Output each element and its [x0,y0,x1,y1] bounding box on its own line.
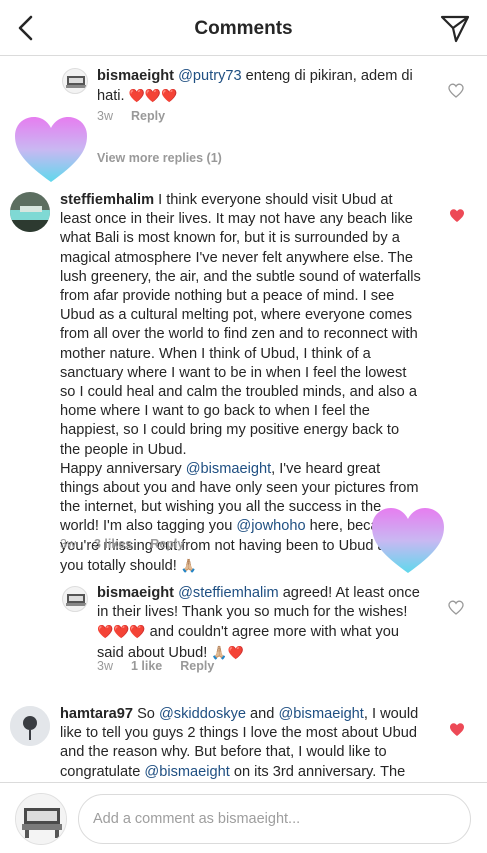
timestamp: 3w [97,659,113,673]
likes-count[interactable]: 1 like [131,659,162,673]
reply-button[interactable]: Reply [180,659,214,673]
username[interactable]: bismaeight [97,68,174,84]
timestamp: 3w [60,537,76,551]
mention-link[interactable]: @steffiemhalim [178,585,279,601]
floating-heart-icon [15,117,87,182]
emoji-text: ❤️❤️❤️ [97,624,146,640]
reply-button[interactable]: Reply [150,537,184,551]
reply-text: bismaeight @steffiemhalim agreed! At lea… [97,584,425,663]
username[interactable]: bismaeight [97,585,174,601]
header-bar: Comments [0,0,487,56]
reply-text: bismaeight @putry73 enteng di pikiran, a… [97,67,432,106]
mention-link[interactable]: @jowhoho [236,518,305,534]
comment-input[interactable]: Add a comment as bismaeight... [78,794,471,844]
floating-heart-icon [372,508,444,573]
timestamp: 3w [97,109,113,123]
username[interactable]: steffiemhalim [60,192,154,208]
mention-link[interactable]: @bismaeight [278,706,363,722]
comment-body: So [133,706,159,722]
heart-filled-icon[interactable] [449,208,465,223]
mention-link[interactable]: @bismaeight [186,461,271,477]
comment-meta: 3w 1 like Reply [97,659,232,673]
view-more-replies-link[interactable]: View more replies (1) [97,151,222,165]
comment-meta: 3w 3 likes Reply [60,537,202,551]
heart-outline-icon[interactable] [448,600,464,615]
comment-body-part: Happy anniversary [60,460,186,477]
heart-filled-icon[interactable] [449,722,465,737]
avatar [15,793,67,845]
heart-outline-icon[interactable] [448,83,464,98]
comment-meta: 3w Reply [97,109,183,123]
username[interactable]: hamtara97 [60,706,133,722]
comment-body: I think everyone should visit Ubud at le… [60,192,421,458]
avatar[interactable] [10,706,50,746]
comment-composer: Add a comment as bismaeight... [0,782,487,853]
emoji-text: ❤️❤️❤️ [128,88,178,104]
avatar[interactable] [62,586,88,612]
comment-body-part: and [246,706,279,722]
likes-count[interactable]: 3 likes [94,537,132,551]
mention-link[interactable]: @skiddoskye [159,706,246,722]
mention-link[interactable]: @putry73 [178,68,242,84]
avatar[interactable] [10,192,50,232]
emoji-text: 🙏🏼 [180,557,198,573]
page-title: Comments [194,18,293,39]
reply-button[interactable]: Reply [131,109,165,123]
avatar[interactable] [62,68,88,94]
comment-text: hamtara97 So @skiddoskye and @bismaeight… [60,705,422,782]
comment-text: steffiemhalim I think everyone should vi… [60,191,422,576]
mention-link[interactable]: @bismaeight [144,764,229,780]
emoji-text: 🙏🏼❤️ [211,644,244,660]
paper-plane-icon[interactable] [439,14,471,44]
